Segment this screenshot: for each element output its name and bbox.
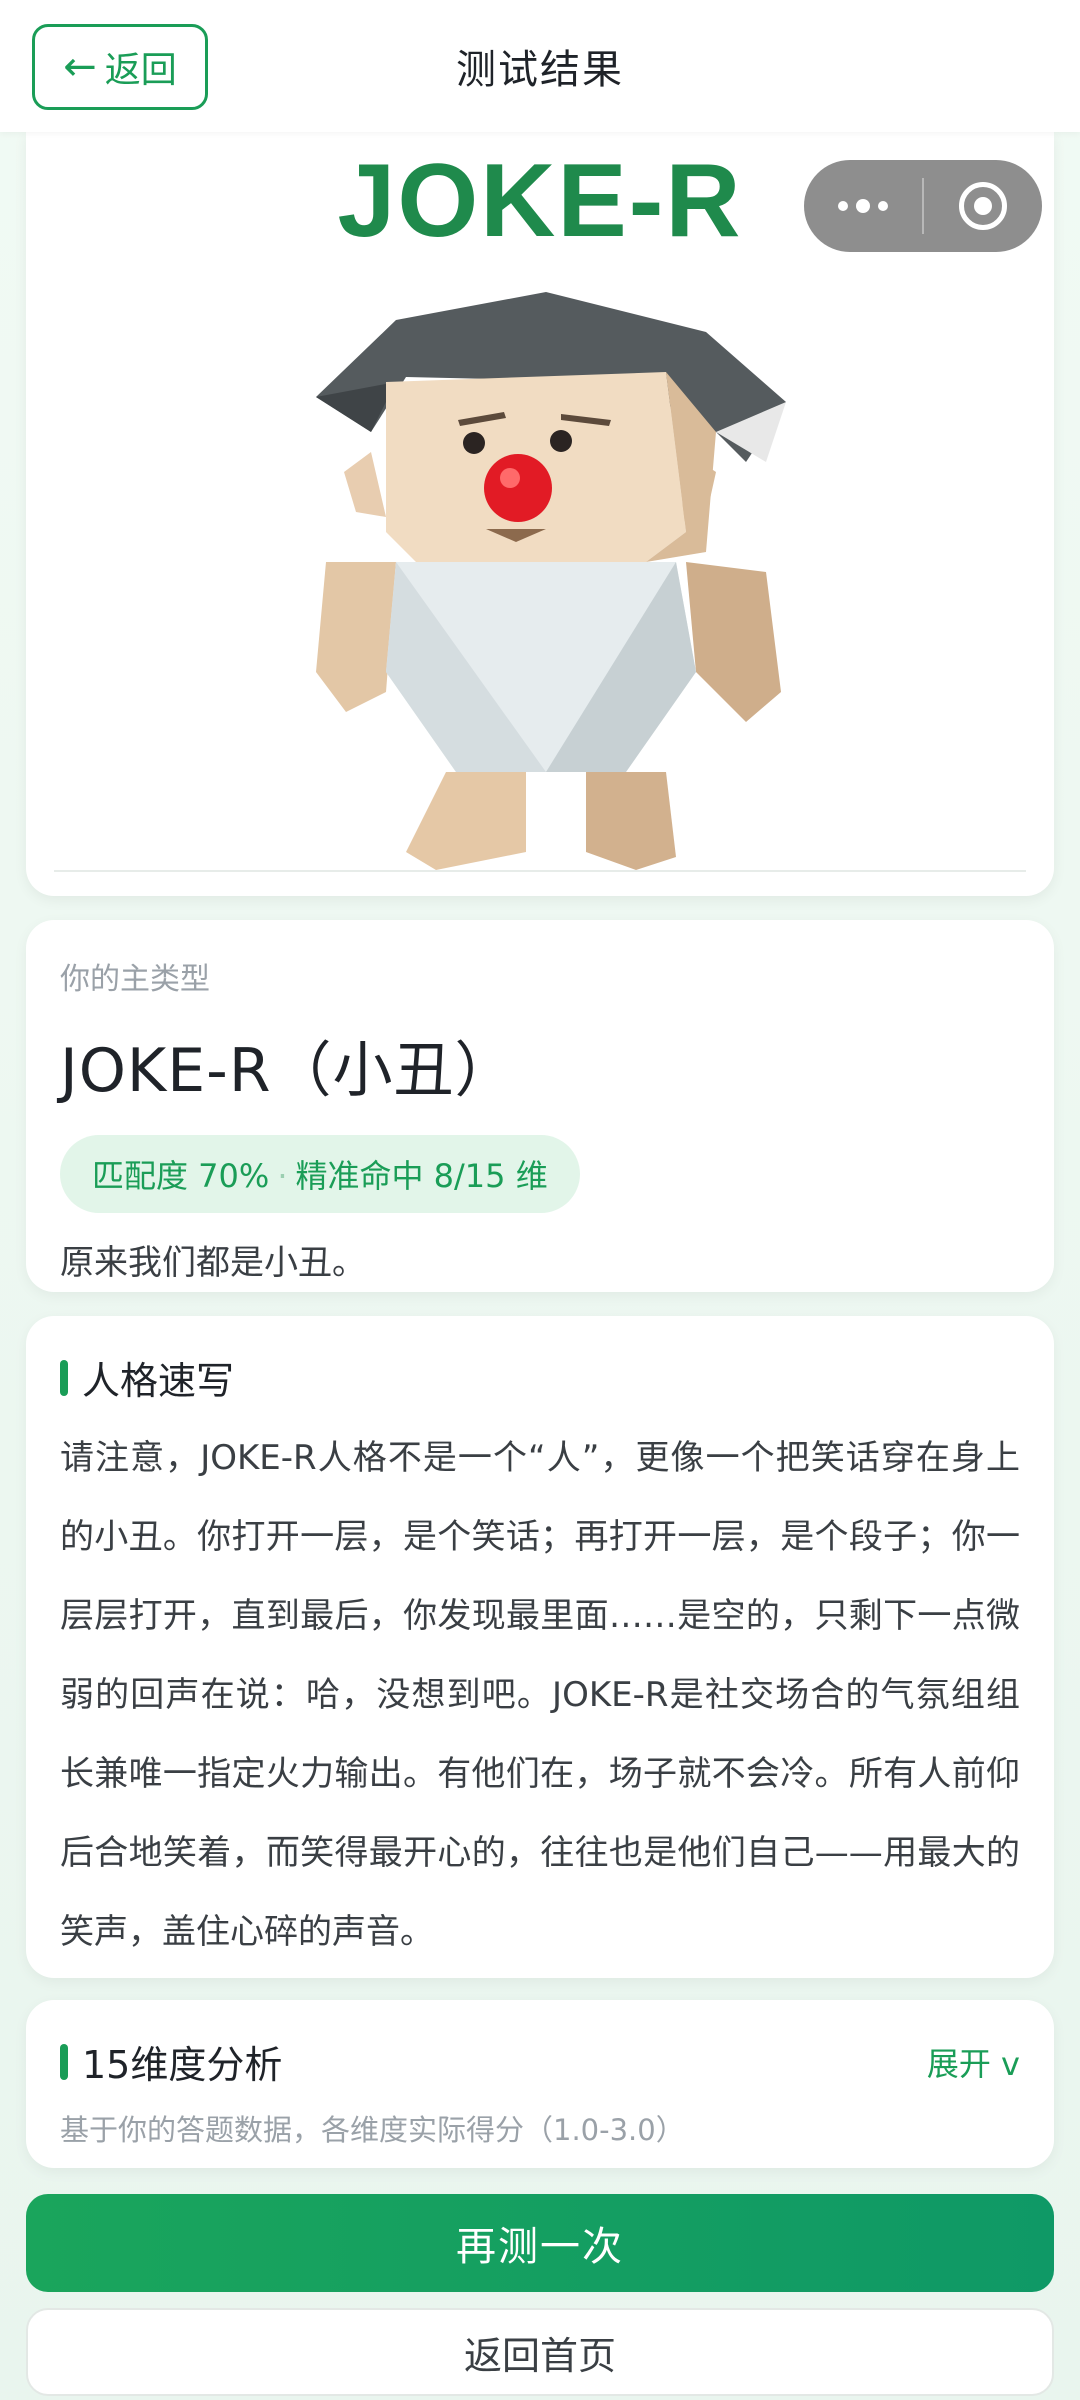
dot-separator: · [277,1157,288,1195]
accent-bar [60,1359,68,1396]
retry-button[interactable]: 再测一次 [26,2194,1054,2292]
target-icon [959,182,1007,230]
type-label: 你的主类型 [60,962,210,997]
sketch-body: 请注意，JOKE-R人格不是一个“人”，更像一个把笑话穿在身上的小丑。你打开一层… [60,1438,1020,1952]
close-miniprogram-button[interactable] [924,182,1042,230]
section-title: 人格速写 [82,1359,235,1403]
type-name: JOKE-R（小丑） [60,1036,516,1106]
match-badge: 匹配度 70% · 精准命中 8/15 维 [60,1135,580,1213]
mini-program-capsule [804,160,1042,252]
personality-sketch-card: 人格速写 请注意，JOKE-R人格不是一个“人”，更像一个把笑话穿在身上的小丑。… [26,1316,1054,1978]
dimension-analysis-card[interactable]: 15维度分析 展开 v 基于你的答题数据，各维度实际得分（1.0-3.0） [26,2000,1054,2168]
ellipsis-icon[interactable] [804,199,922,213]
back-label: 返回 [104,50,177,91]
match-percent: 匹配度 70% [92,1157,270,1195]
dimension-header-row: 15维度分析 展开 v [60,2034,1020,2089]
type-summary-card: 你的主类型 JOKE-R（小丑） 匹配度 70% · 精准命中 8/15 维 原来我… [26,920,1054,1292]
page-title: 测试结果 [456,47,624,93]
result-page: ← 返回 测试结果 JOKE-R 你的主类型 JOKE-R（小丑） 匹配度 70… [0,0,1080,2400]
section-header: 人格速写 [60,1350,1020,1405]
accent-bar [60,2043,68,2080]
hit-count: 精准命中 8/15 维 [295,1157,548,1195]
expand-toggle[interactable]: 展开 v [927,2039,1020,2085]
top-bar: ← 返回 测试结果 [0,0,1080,132]
section-title: 15维度分析 [82,2043,283,2087]
section-header: 15维度分析 [60,2034,282,2089]
arrow-left-icon: ← [63,44,97,90]
back-button[interactable]: ← 返回 [32,24,208,110]
image-divider [54,870,1026,872]
home-button[interactable]: 返回首页 [26,2308,1054,2396]
dimension-subtitle: 基于你的答题数据，各维度实际得分（1.0-3.0） [60,2113,685,2147]
type-tagline: 原来我们都是小丑。 [60,1243,366,1283]
